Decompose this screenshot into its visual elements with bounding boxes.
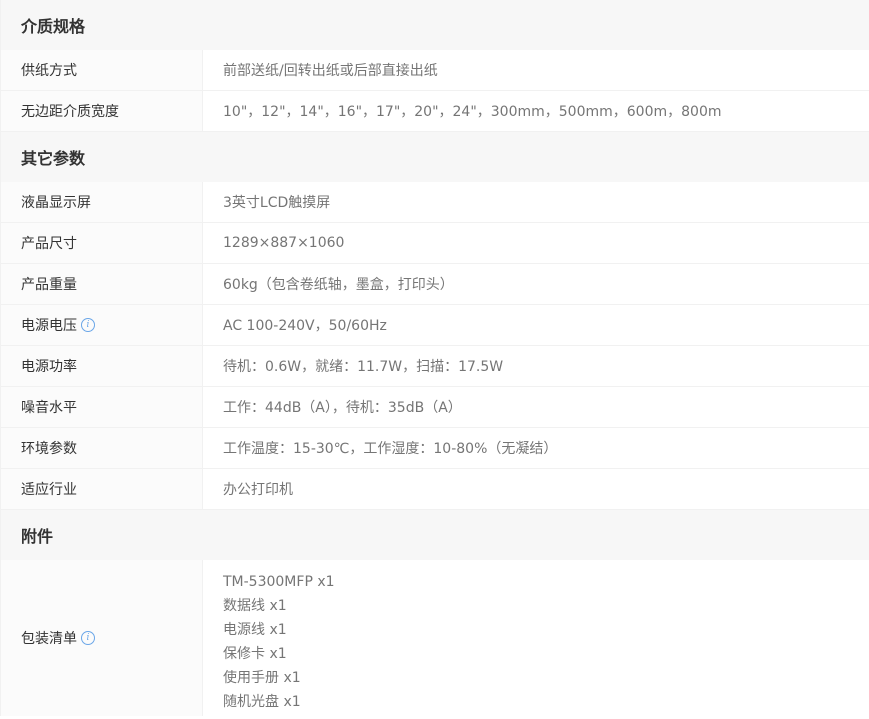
info-icon[interactable]: i bbox=[81, 318, 95, 332]
spec-label-text: 液晶显示屏 bbox=[21, 195, 91, 211]
spec-label-text: 电源功率 bbox=[21, 359, 77, 375]
section-header-media-specs: 介质规格 bbox=[1, 0, 869, 50]
spec-row-dimensions: 产品尺寸 1289×887×1060 bbox=[1, 223, 869, 264]
spec-row-package-list: 包装清单 i TM-5300MFP x1 数据线 x1 电源线 x1 保修卡 x… bbox=[1, 560, 869, 716]
spec-value: 工作：44dB（A），待机：35dB（A） bbox=[223, 400, 462, 416]
spec-label-text: 包装清单 bbox=[21, 631, 77, 647]
spec-row-borderless-width: 无边距介质宽度 10"，12"，14"，16"，17"，20"，24"，300m… bbox=[1, 91, 869, 132]
section-title: 介质规格 bbox=[21, 17, 86, 36]
spec-value: AC 100-240V，50/60Hz bbox=[223, 318, 387, 334]
list-item: 数据线 x1 bbox=[223, 598, 287, 614]
spec-value: 办公打印机 bbox=[223, 482, 293, 498]
spec-value: 工作温度：15-30℃，工作湿度：10-80%（无凝结） bbox=[223, 441, 558, 457]
spec-label: 电源电压 i bbox=[1, 305, 203, 345]
info-icon[interactable]: i bbox=[81, 631, 95, 645]
spec-row-voltage: 电源电压 i AC 100-240V，50/60Hz bbox=[1, 305, 869, 346]
list-item: TM-5300MFP x1 bbox=[223, 574, 335, 590]
spec-label: 包装清单 i bbox=[1, 560, 203, 716]
spec-row-paper-feed: 供纸方式 前部送纸/回转出纸或后部直接出纸 bbox=[1, 50, 869, 91]
spec-label: 液晶显示屏 bbox=[1, 182, 203, 222]
spec-label: 噪音水平 bbox=[1, 387, 203, 427]
package-list: TM-5300MFP x1 数据线 x1 电源线 x1 保修卡 x1 使用手册 … bbox=[203, 560, 869, 716]
spec-row-environment: 环境参数 工作温度：15-30℃，工作湿度：10-80%（无凝结） bbox=[1, 428, 869, 469]
spec-row-weight: 产品重量 60kg（包含卷纸轴，墨盒，打印头） bbox=[1, 264, 869, 305]
spec-value: 3英寸LCD触摸屏 bbox=[223, 195, 331, 211]
section-header-accessories: 附件 bbox=[1, 510, 869, 560]
spec-label-text: 噪音水平 bbox=[21, 400, 77, 416]
spec-row-noise: 噪音水平 工作：44dB（A），待机：35dB（A） bbox=[1, 387, 869, 428]
section-title: 附件 bbox=[21, 527, 54, 546]
spec-label-text: 产品重量 bbox=[21, 277, 77, 293]
spec-label: 产品重量 bbox=[1, 264, 203, 304]
spec-table: 介质规格 供纸方式 前部送纸/回转出纸或后部直接出纸 无边距介质宽度 10"，1… bbox=[0, 0, 869, 716]
spec-value: 10"，12"，14"，16"，17"，20"，24"，300mm，500mm，… bbox=[223, 104, 722, 120]
spec-value: 待机：0.6W，就绪：11.7W，扫描：17.5W bbox=[223, 359, 504, 375]
list-item: 随机光盘 x1 bbox=[223, 694, 301, 710]
spec-row-industry: 适应行业 办公打印机 bbox=[1, 469, 869, 510]
spec-value: 60kg（包含卷纸轴，墨盒，打印头） bbox=[223, 277, 454, 293]
section-header-other-params: 其它参数 bbox=[1, 132, 869, 182]
spec-label-text: 环境参数 bbox=[21, 441, 77, 457]
spec-label-text: 适应行业 bbox=[21, 482, 77, 498]
spec-label-text: 产品尺寸 bbox=[21, 236, 77, 252]
spec-label-text: 供纸方式 bbox=[21, 63, 77, 79]
spec-label: 环境参数 bbox=[1, 428, 203, 468]
spec-label: 产品尺寸 bbox=[1, 223, 203, 263]
section-title: 其它参数 bbox=[21, 149, 86, 168]
spec-label: 电源功率 bbox=[1, 346, 203, 386]
spec-label-text: 电源电压 bbox=[21, 318, 77, 334]
spec-label-text: 无边距介质宽度 bbox=[21, 104, 119, 120]
list-item: 电源线 x1 bbox=[223, 622, 287, 638]
spec-label: 适应行业 bbox=[1, 469, 203, 509]
spec-value: 1289×887×1060 bbox=[223, 235, 345, 251]
list-item: 使用手册 x1 bbox=[223, 670, 301, 686]
spec-label: 供纸方式 bbox=[1, 50, 203, 90]
spec-label: 无边距介质宽度 bbox=[1, 91, 203, 131]
spec-value: 前部送纸/回转出纸或后部直接出纸 bbox=[223, 63, 438, 79]
spec-row-lcd: 液晶显示屏 3英寸LCD触摸屏 bbox=[1, 182, 869, 223]
spec-row-power: 电源功率 待机：0.6W，就绪：11.7W，扫描：17.5W bbox=[1, 346, 869, 387]
list-item: 保修卡 x1 bbox=[223, 646, 287, 662]
